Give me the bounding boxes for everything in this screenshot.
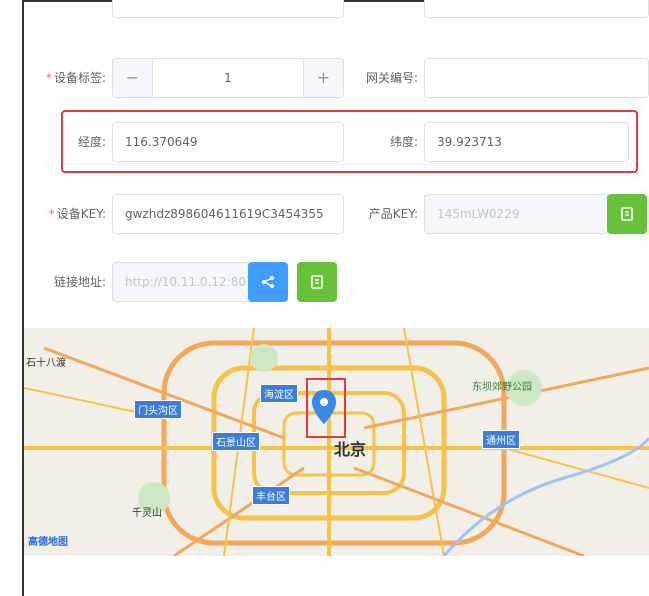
latitude-input[interactable]: 39.923713	[424, 122, 629, 162]
copy-link-button[interactable]	[297, 262, 337, 302]
share-icon	[262, 276, 274, 288]
district-label: 丰台区	[252, 486, 290, 505]
stepper-plus-button[interactable]: +	[303, 59, 343, 97]
city-label: 北京	[334, 440, 367, 459]
device-key-input[interactable]: gwzhdz898604611619C3454355	[112, 194, 344, 234]
gateway-input[interactable]	[424, 58, 649, 98]
cut-off-input-1[interactable]	[112, 0, 344, 18]
cut-off-input-2[interactable]	[424, 0, 649, 18]
district-label: 海淀区	[260, 384, 298, 403]
device-key-label-text: 设备KEY:	[56, 207, 106, 221]
required-mark: *	[48, 207, 55, 221]
place-label: 东坝郊野公园	[472, 382, 532, 393]
longitude-input[interactable]: 116.370649	[112, 122, 344, 162]
device-tag-stepper[interactable]: − 1 +	[112, 58, 344, 98]
district-label: 石景山区	[212, 432, 260, 451]
gateway-label: 网关编号:	[365, 71, 418, 85]
product-key-input[interactable]: 145mLW0229	[424, 194, 609, 234]
product-key-label: 产品KEY:	[368, 207, 418, 221]
marker-highlight	[306, 378, 346, 438]
device-tag-label: * 设备标签:	[28, 58, 106, 98]
share-link-button[interactable]	[248, 262, 288, 302]
device-key-label: * 设备KEY:	[28, 194, 106, 234]
required-mark: *	[45, 71, 52, 85]
stepper-value[interactable]: 1	[153, 59, 303, 97]
place-label: 千灵山	[132, 508, 162, 519]
place-label: 石十八渡	[26, 358, 66, 369]
district-label: 门头沟区	[134, 400, 182, 419]
link-address-input[interactable]: http://10.11.0.12:8070	[112, 262, 252, 302]
latitude-label: 纬度:	[389, 135, 418, 149]
stepper-minus-button[interactable]: −	[113, 59, 153, 97]
location-map[interactable]: 海淀区 门头沟区 石景山区 丰台区 通州区 北京 东坝郊野公园 千灵山 石十八渡…	[24, 328, 649, 556]
copy-product-key-button[interactable]	[607, 194, 647, 234]
map-logo: 高德地图	[28, 537, 68, 548]
copy-icon	[621, 207, 633, 221]
longitude-label: 经度:	[77, 135, 106, 149]
district-label: 通州区	[482, 430, 520, 449]
copy-icon	[311, 275, 323, 289]
link-address-label: 链接地址:	[53, 275, 106, 289]
device-tag-label-text: 设备标签:	[53, 71, 106, 85]
